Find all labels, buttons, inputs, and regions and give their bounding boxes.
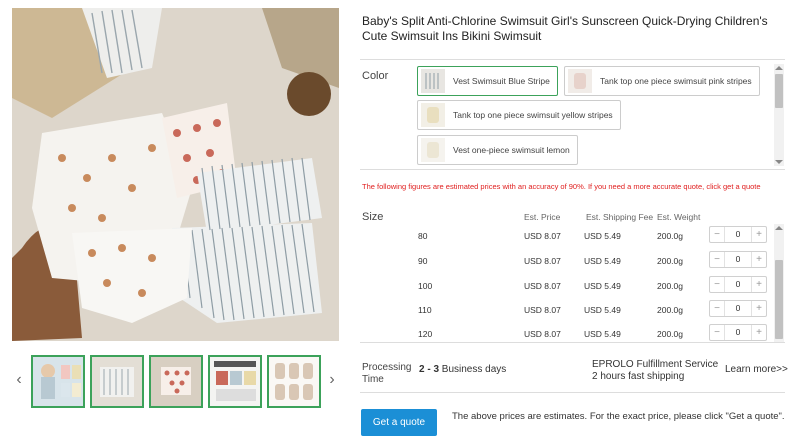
processing-time-label: Processing Time <box>362 362 412 385</box>
size-row: 100 USD 8.07 USD 5.49 200.0g − 0 + <box>360 274 770 298</box>
decrement-button[interactable]: − <box>710 227 724 242</box>
scrollbar-thumb[interactable] <box>775 74 783 108</box>
price-value: USD 8.07 <box>524 281 561 291</box>
divider <box>360 392 785 393</box>
quote-note: The above prices are estimates. For the … <box>452 411 785 422</box>
learn-more-link[interactable]: Learn more>> <box>725 364 788 375</box>
quantity-input[interactable]: 0 <box>724 277 752 292</box>
price-value: USD 8.07 <box>524 305 561 315</box>
size-row: 110 USD 8.07 USD 5.49 200.0g − 0 + <box>360 298 770 322</box>
increment-button[interactable]: + <box>752 227 766 242</box>
color-selector: Color Vest Swimsuit Blue Stripe Tank top… <box>360 59 785 170</box>
increment-button[interactable]: + <box>752 325 766 340</box>
service-shipping: 2 hours fast shipping <box>592 371 685 382</box>
color-swatch-image <box>421 138 445 162</box>
quantity-stepper: − 0 + <box>709 300 767 317</box>
fulfillment-service: EPROLO Fulfillment Service 2 hours fast … <box>592 359 718 383</box>
quantity-input[interactable]: 0 <box>724 252 752 267</box>
size-value: 100 <box>418 281 433 291</box>
scroll-up-icon[interactable] <box>775 226 783 230</box>
product-title: Baby's Split Anti-Chlorine Swimsuit Girl… <box>362 14 768 43</box>
size-table: 80 USD 8.07 USD 5.49 200.0g − 0 + 90 USD… <box>360 224 785 343</box>
color-options: Vest Swimsuit Blue Stripe Tank top one p… <box>417 63 769 167</box>
quantity-input[interactable]: 0 <box>724 227 752 242</box>
quantity-stepper: − 0 + <box>709 226 767 243</box>
color-option-pink-stripes[interactable]: Tank top one piece swimsuit pink stripes <box>564 66 760 96</box>
quantity-input[interactable]: 0 <box>724 325 752 340</box>
increment-button[interactable]: + <box>752 252 766 267</box>
color-label: Color <box>362 70 389 82</box>
quantity-stepper: − 0 + <box>709 324 767 341</box>
size-value: 120 <box>418 329 433 339</box>
thumbnail-3[interactable] <box>149 355 203 408</box>
chevron-left-icon[interactable]: ‹ <box>12 369 26 391</box>
estimate-notice: The following figures are estimated pric… <box>362 182 761 191</box>
color-option-label: Vest Swimsuit Blue Stripe <box>453 76 550 86</box>
weight-value: 200.0g <box>657 329 683 339</box>
increment-button[interactable]: + <box>752 301 766 316</box>
thumbnail-strip: ‹ › <box>12 355 339 408</box>
processing-time-value: 2 - 3 Business days <box>419 364 506 375</box>
shipping-value: USD 5.49 <box>584 329 621 339</box>
color-option-lemon[interactable]: Vest one-piece swimsuit lemon <box>417 135 578 165</box>
increment-button[interactable]: + <box>752 277 766 292</box>
price-value: USD 8.07 <box>524 329 561 339</box>
scroll-up-icon[interactable] <box>775 66 783 70</box>
color-swatch-image <box>421 69 445 93</box>
color-option-label: Tank top one piece swimsuit yellow strip… <box>453 110 613 120</box>
weight-value: 200.0g <box>657 256 683 266</box>
thumbnail-1[interactable] <box>31 355 85 408</box>
size-row: 90 USD 8.07 USD 5.49 200.0g − 0 + <box>360 249 770 273</box>
decrement-button[interactable]: − <box>710 277 724 292</box>
quantity-input[interactable]: 0 <box>724 301 752 316</box>
thumbnail-2[interactable] <box>90 355 144 408</box>
service-name: EPROLO Fulfillment Service <box>592 359 719 370</box>
weight-value: 200.0g <box>657 305 683 315</box>
header-est-weight: Est. Weight <box>657 212 701 222</box>
chevron-right-icon[interactable]: › <box>325 369 339 391</box>
get-quote-button[interactable]: Get a quote <box>361 409 437 436</box>
size-value: 80 <box>418 231 428 241</box>
processing-unit: Business days <box>439 364 507 375</box>
size-value: 90 <box>418 256 428 266</box>
weight-value: 200.0g <box>657 281 683 291</box>
color-swatch-image <box>568 69 592 93</box>
color-option-label: Vest one-piece swimsuit lemon <box>453 145 570 155</box>
weight-value: 200.0g <box>657 231 683 241</box>
scrollbar-thumb[interactable] <box>775 260 783 339</box>
quantity-stepper: − 0 + <box>709 251 767 268</box>
color-option-yellow-stripes[interactable]: Tank top one piece swimsuit yellow strip… <box>417 100 621 130</box>
quantity-stepper: − 0 + <box>709 276 767 293</box>
shipping-value: USD 5.49 <box>584 281 621 291</box>
decrement-button[interactable]: − <box>710 252 724 267</box>
main-product-image[interactable] <box>12 8 339 341</box>
thumbnail-4[interactable] <box>208 355 262 408</box>
price-value: USD 8.07 <box>524 231 561 241</box>
color-swatch-image <box>421 103 445 127</box>
decrement-button[interactable]: − <box>710 301 724 316</box>
size-label: Size <box>362 211 384 223</box>
header-est-shipping: Est. Shipping Fee <box>586 212 654 222</box>
color-options-scrollbar[interactable] <box>774 64 784 166</box>
color-option-label: Tank top one piece swimsuit pink stripes <box>600 76 752 86</box>
price-value: USD 8.07 <box>524 256 561 266</box>
thumbnail-5[interactable] <box>267 355 321 408</box>
decrement-button[interactable]: − <box>710 325 724 340</box>
color-option-blue-stripe[interactable]: Vest Swimsuit Blue Stripe <box>417 66 558 96</box>
shipping-value: USD 5.49 <box>584 256 621 266</box>
size-row: 120 USD 8.07 USD 5.49 200.0g − 0 + <box>360 322 770 342</box>
size-row: 80 USD 8.07 USD 5.49 200.0g − 0 + <box>360 224 770 248</box>
scroll-down-icon[interactable] <box>775 160 783 164</box>
processing-days: 2 - 3 <box>419 364 440 375</box>
shipping-value: USD 5.49 <box>584 231 621 241</box>
size-table-scrollbar[interactable] <box>774 224 784 342</box>
size-value: 110 <box>418 305 432 315</box>
header-est-price: Est. Price <box>524 212 561 222</box>
shipping-value: USD 5.49 <box>584 305 621 315</box>
